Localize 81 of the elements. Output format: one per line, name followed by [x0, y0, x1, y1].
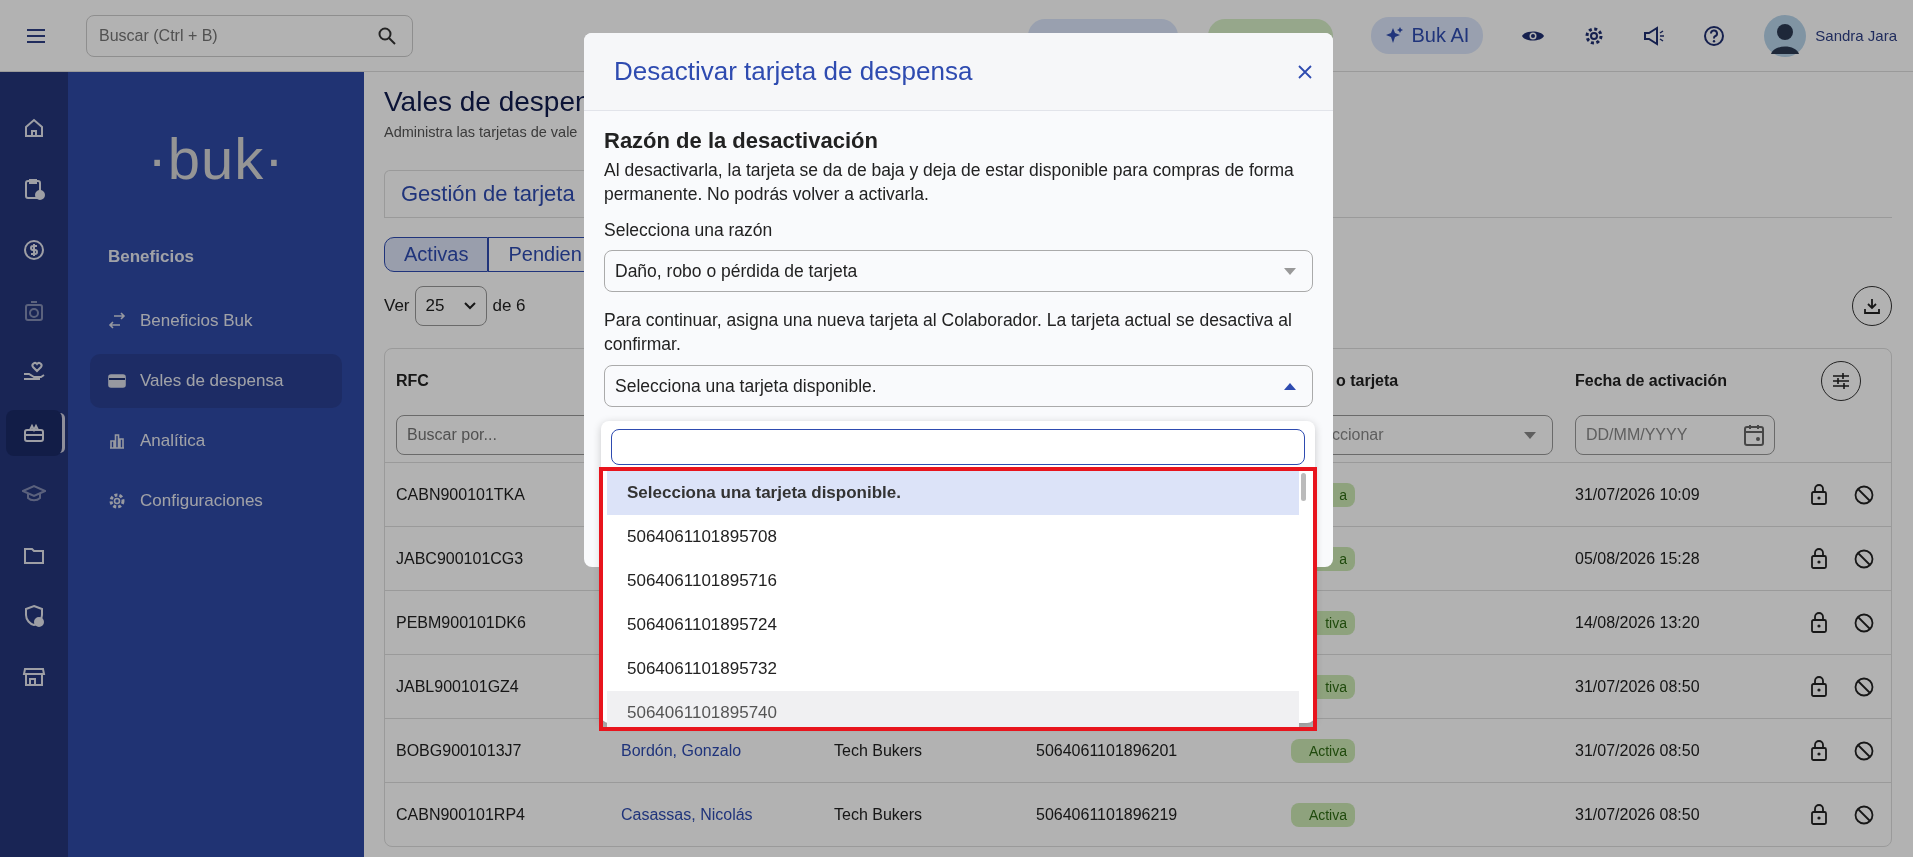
- sidebar-item[interactable]: Vales de despensa: [90, 354, 342, 408]
- segment-tab[interactable]: Activas: [384, 237, 489, 272]
- column-header: o tarjeta: [1336, 371, 1399, 389]
- dropdown-option[interactable]: 5064061101895740: [607, 691, 1299, 727]
- card-icon: [108, 372, 126, 390]
- table-cell: Tech Bukers: [834, 805, 923, 823]
- close-icon[interactable]: [1297, 63, 1313, 80]
- dropdown-option[interactable]: Selecciona una tarjeta disponible.: [607, 471, 1299, 515]
- sidebar-item[interactable]: Analítica: [90, 414, 342, 468]
- scrollbar-thumb[interactable]: [1301, 473, 1306, 501]
- ai-button[interactable]: Buk AI: [1371, 17, 1484, 54]
- table-cell: 5064061101896219: [1036, 805, 1178, 823]
- arrows-icon: [108, 312, 126, 330]
- table-cell: JABC900101CG3: [396, 549, 524, 567]
- gift-box-icon[interactable]: [6, 410, 62, 456]
- sliders-icon: [1831, 371, 1851, 390]
- per-page-select[interactable]: 25: [414, 286, 488, 326]
- bar-chart-icon: [108, 432, 126, 450]
- ban-icon[interactable]: [1853, 548, 1874, 569]
- card-select[interactable]: Selecciona una tarjeta disponible.: [604, 365, 1313, 407]
- ban-icon[interactable]: [1853, 612, 1874, 633]
- search-icon[interactable]: [378, 26, 396, 45]
- caret-icon: [1524, 431, 1536, 439]
- description-text: Al desactivarla, la tarjeta se da de baja y deja de estar disponible para compras de forma permanente. No podrás volver a activarla.: [604, 159, 1295, 206]
- dropdown-search-field[interactable]: [611, 429, 1305, 465]
- caret-icon: [1284, 267, 1296, 275]
- table-cell: PEBM900101DK6: [396, 613, 526, 631]
- ban-icon[interactable]: [1853, 676, 1874, 697]
- column-settings-button[interactable]: [1821, 360, 1861, 401]
- table-cell: 5064061101896201: [1036, 741, 1178, 759]
- calendar-icon: [1744, 424, 1764, 446]
- logo[interactable]: ·buk·: [90, 125, 342, 192]
- table-cell: 31/07/2026 08:50: [1575, 677, 1700, 695]
- lock-icon[interactable]: [1810, 804, 1827, 825]
- megaphone-icon[interactable]: [1643, 25, 1666, 46]
- table-cell: BOBG9001013J7: [396, 741, 522, 759]
- date-filter-field[interactable]: DD/MM/YYYY: [1575, 415, 1775, 455]
- table-cell: CABN900101TKA: [396, 485, 525, 503]
- search-bar[interactable]: Buscar (Ctrl + B): [86, 14, 413, 57]
- table-cell: 31/07/2026 08:50: [1575, 741, 1700, 759]
- status-badge: Activa: [1291, 738, 1355, 763]
- table-cell: 05/08/2026 15:28: [1575, 549, 1700, 567]
- ban-icon[interactable]: [1853, 804, 1874, 825]
- lock-icon[interactable]: [1810, 548, 1827, 569]
- status-badge: Activa: [1291, 802, 1355, 827]
- sidebar-item[interactable]: Beneficios Buk: [90, 294, 342, 348]
- section-title: Razón de la desactivación: [604, 128, 879, 154]
- caret-icon: [1284, 382, 1296, 390]
- employee-link[interactable]: Casassas, Nicolás: [621, 805, 753, 823]
- sidebar-item[interactable]: Configuraciones: [90, 474, 342, 528]
- section-title: Beneficios: [108, 247, 195, 267]
- page-count: de 6: [492, 296, 526, 316]
- table-cell: CABN900101RP4: [396, 805, 525, 823]
- lock-icon[interactable]: [1810, 484, 1827, 505]
- ban-icon[interactable]: [1853, 740, 1874, 761]
- chevron-icon: [464, 302, 477, 310]
- table-cell: Tech Bukers: [834, 741, 923, 759]
- lock-icon[interactable]: [1810, 676, 1827, 697]
- avatar-icon[interactable]: [1763, 13, 1808, 58]
- column-header: RFC: [396, 371, 429, 389]
- instruction-text: Para continuar, asigna una nueva tarjeta al Colaborador. La tarjeta actual se desactiva al confirmar.: [604, 309, 1293, 356]
- table-cell: 31/07/2026 08:50: [1575, 805, 1700, 823]
- menu-icon[interactable]: [26, 27, 46, 44]
- modal-title: Desactivar tarjeta de despensa: [614, 56, 973, 87]
- field-label: Selecciona una razón: [604, 220, 774, 241]
- user-name[interactable]: Sandra Jara: [1815, 27, 1897, 44]
- download-icon: [1863, 297, 1881, 315]
- ban-icon[interactable]: [1853, 484, 1874, 505]
- help-icon[interactable]: [1703, 24, 1726, 47]
- gear-icon: [108, 492, 126, 510]
- lock-icon[interactable]: [1810, 612, 1827, 633]
- search-field[interactable]: Buscar (Ctrl + B): [97, 25, 378, 46]
- employee-link[interactable]: Bordón, Gonzalo: [621, 741, 742, 759]
- column-header: Fecha de activación: [1575, 371, 1728, 389]
- table-cell: 14/08/2026 13:20: [1575, 613, 1700, 631]
- download-button[interactable]: [1852, 286, 1892, 326]
- table-cell: JABL900101GZ4: [396, 677, 519, 695]
- lock-icon[interactable]: [1810, 740, 1827, 761]
- reason-select[interactable]: Daño, robo o pérdida de tarjeta: [604, 250, 1313, 292]
- per-page-label: Ver: [384, 296, 410, 316]
- table-cell: 31/07/2026 10:09: [1575, 485, 1700, 503]
